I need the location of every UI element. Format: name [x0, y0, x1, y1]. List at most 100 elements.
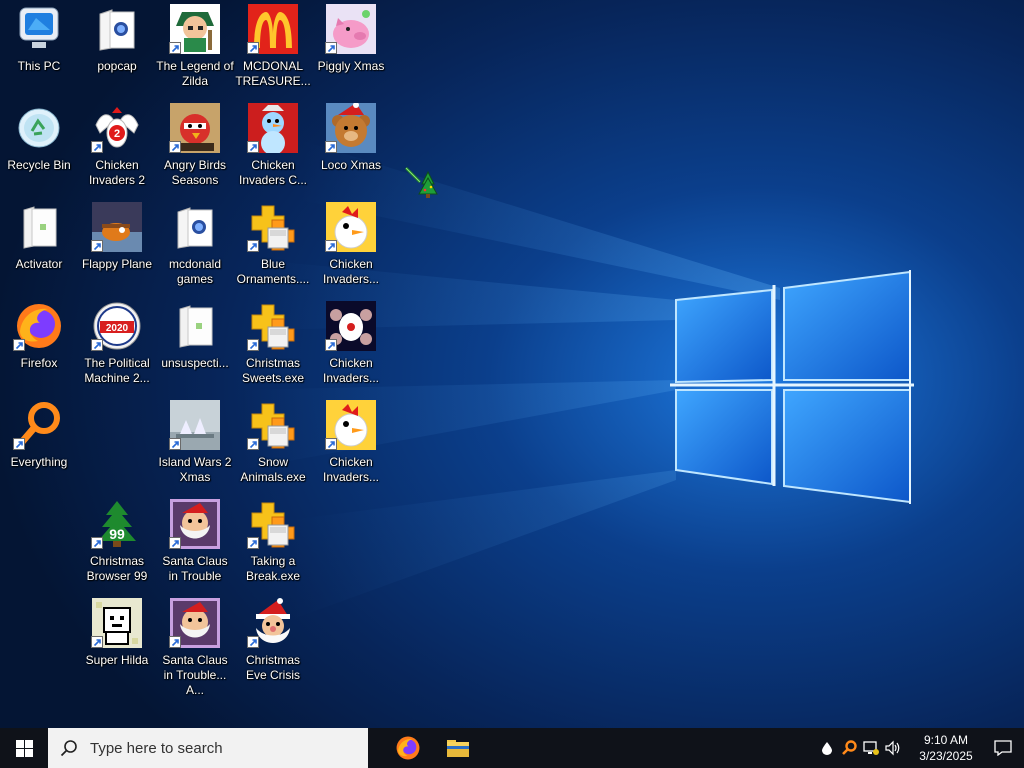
search-input[interactable]: [88, 738, 342, 758]
desktop-icon[interactable]: Snow Animals.exe: [234, 396, 312, 492]
desktop-icon[interactable]: Christmas Eve Crisis: [234, 594, 312, 690]
desktop-icon-label: Firefox: [20, 356, 58, 370]
shortcut-arrow-icon: [169, 636, 181, 648]
desktop-icon[interactable]: Blue Ornaments....: [234, 198, 312, 294]
desktop-icon-label: Chicken Invaders C...: [238, 158, 308, 187]
search-tray-icon[interactable]: [838, 728, 860, 768]
angry-birds-icon: [169, 103, 220, 153]
flappy-plane-icon: [91, 202, 142, 252]
folder-icon: [92, 4, 142, 54]
desktop-icon-label: Chicken Invaders...: [322, 356, 380, 385]
notification-icon: [994, 740, 1012, 756]
desktop-icon[interactable]: Chicken Invaders...: [312, 297, 390, 393]
network-icon[interactable]: [860, 728, 882, 768]
file-icon: [170, 301, 220, 351]
desktop-icon[interactable]: Chicken Invaders...: [312, 396, 390, 492]
shortcut-arrow-icon: [13, 438, 25, 450]
desktop-icon-label: Blue Ornaments....: [236, 257, 310, 286]
shortcut-arrow-icon: [325, 240, 337, 252]
shortcut-arrow-icon: [91, 636, 103, 648]
desktop-icon[interactable]: Flappy Plane: [78, 198, 156, 294]
santa-face-icon: [247, 598, 298, 648]
desktop-icon[interactable]: Island Wars 2 Xmas: [156, 396, 234, 492]
desktop-icon[interactable]: MCDONAL TREASURE...: [234, 0, 312, 96]
desktop-icon[interactable]: Christmas Sweets.exe: [234, 297, 312, 393]
clock-date: 3/23/2025: [919, 749, 973, 763]
volume-icon[interactable]: [882, 728, 904, 768]
desktop-icon[interactable]: popcap: [78, 0, 156, 96]
desktop-icon[interactable]: unsuspecti...: [156, 297, 234, 393]
desktop-icon-label: This PC: [17, 59, 61, 73]
desktop-icon[interactable]: 2020 The Political Machine 2...: [78, 297, 156, 393]
desktop[interactable]: This PC popcap The Legend of Zilda MCDONAL …: [0, 0, 1024, 728]
desktop-icon-label: Everything: [10, 455, 68, 469]
desktop-icon-label: unsuspecti...: [161, 356, 229, 370]
firefox-icon: [13, 301, 64, 351]
clock-time: 9:10 AM: [923, 733, 969, 747]
shortcut-arrow-icon: [247, 141, 259, 153]
desktop-icon-label: Activator: [15, 257, 63, 271]
desktop-icon-label: Chicken Invaders 2: [88, 158, 146, 187]
taskbar-clock[interactable]: 9:10 AM 3/23/2025: [910, 732, 982, 764]
shortcut-arrow-icon: [13, 339, 25, 351]
desktop-icon-label: Chicken Invaders...: [322, 455, 380, 484]
shortcut-arrow-icon: [325, 438, 337, 450]
shortcut-arrow-icon: [325, 339, 337, 351]
drop-icon[interactable]: [816, 728, 838, 768]
desktop-icon[interactable]: Santa Claus in Trouble: [156, 495, 234, 591]
recycle-bin-icon: [14, 103, 64, 153]
shortcut-arrow-icon: [169, 141, 181, 153]
firefox-icon: [396, 736, 420, 760]
chicken-icon: [325, 400, 376, 450]
folder-icon: [170, 202, 220, 252]
desktop-icon[interactable]: Chicken Invaders C...: [234, 99, 312, 195]
desktop-icon[interactable]: Piggly Xmas: [312, 0, 390, 96]
desktop-icon[interactable]: Angry Birds Seasons: [156, 99, 234, 195]
desktop-icon[interactable]: 2 Chicken Invaders 2: [78, 99, 156, 195]
shortcut-arrow-icon: [91, 537, 103, 549]
shortcut-arrow-icon: [325, 42, 337, 54]
christmas-tree-cursor-icon: [404, 166, 438, 198]
desktop-icon[interactable]: mcdonald games: [156, 198, 234, 294]
desktop-icon[interactable]: Santa Claus in Trouble... A...: [156, 594, 234, 697]
chicken-icon: [325, 202, 376, 252]
desktop-icon[interactable]: Taking a Break.exe: [234, 495, 312, 591]
desktop-icon[interactable]: Recycle Bin: [0, 99, 78, 195]
desktop-icon[interactable]: Activator: [0, 198, 78, 294]
shortcut-arrow-icon: [325, 141, 337, 153]
desktop-icon-label: Christmas Sweets.exe: [241, 356, 305, 385]
mcdonalds-icon: [247, 4, 298, 54]
desktop-icon[interactable]: The Legend of Zilda: [156, 0, 234, 96]
zilda-game-icon: [169, 4, 220, 54]
puzzle-icon: [247, 301, 298, 351]
search-icon: [60, 740, 77, 757]
puzzle-icon: [247, 400, 298, 450]
desktop-icon-label: Loco Xmas: [320, 158, 382, 172]
file-explorer-taskbar-button[interactable]: [434, 728, 482, 768]
desktop-icon-label: Christmas Browser 99: [86, 554, 148, 583]
start-button[interactable]: [0, 728, 48, 768]
svg-text:99: 99: [109, 526, 125, 542]
desktop-icon[interactable]: This PC: [0, 0, 78, 96]
shortcut-arrow-icon: [247, 636, 259, 648]
puzzle-icon: [247, 499, 298, 549]
desktop-icon[interactable]: 99 Christmas Browser 99: [78, 495, 156, 591]
chicken-space-icon: [325, 301, 376, 351]
desktop-icon[interactable]: Loco Xmas: [312, 99, 390, 195]
desktop-icon-label: Flappy Plane: [81, 257, 153, 271]
firefox-taskbar-button[interactable]: [384, 728, 432, 768]
desktop-icon-label: The Legend of Zilda: [156, 59, 234, 88]
taskbar-search-box[interactable]: [48, 728, 368, 768]
desktop-icon[interactable]: Firefox: [0, 297, 78, 393]
desktop-icon[interactable]: Everything: [0, 396, 78, 492]
santa-icon: [169, 499, 220, 549]
pig-icon: [325, 4, 376, 54]
desktop-icon[interactable]: Super Hilda: [78, 594, 156, 690]
shortcut-arrow-icon: [169, 42, 181, 54]
desktop-icon[interactable]: Chicken Invaders...: [312, 198, 390, 294]
shortcut-arrow-icon: [247, 438, 259, 450]
shortcut-arrow-icon: [169, 537, 181, 549]
shortcut-arrow-icon: [169, 438, 181, 450]
action-center-button[interactable]: [982, 728, 1024, 768]
island-icon: [169, 400, 220, 450]
